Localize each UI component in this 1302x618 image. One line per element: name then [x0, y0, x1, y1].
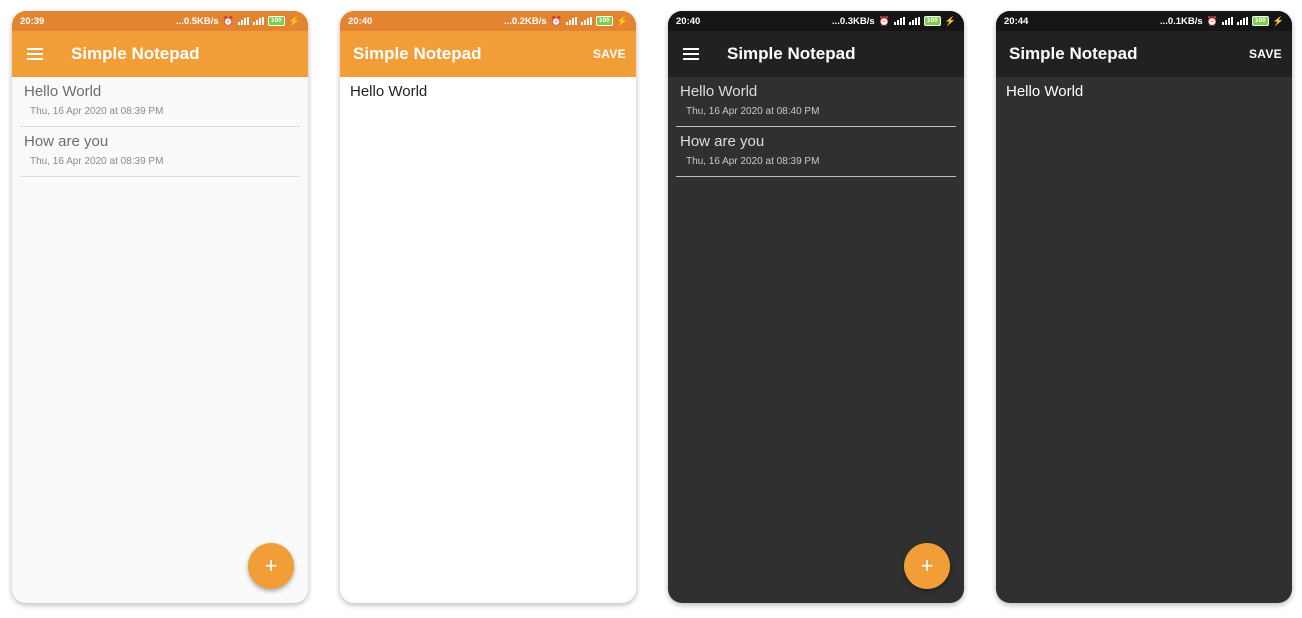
notes-list: Hello World Thu, 16 Apr 2020 at 08:40 PM… — [676, 77, 956, 177]
status-icons: ...0.3KB/s ⏰ 100 ⚡ — [832, 16, 956, 27]
network-speed: ...0.3KB/s — [831, 15, 875, 27]
battery-icon: 100 — [267, 16, 285, 26]
save-button[interactable]: SAVE — [593, 47, 626, 61]
app-bar: Simple Notepad — [668, 31, 964, 77]
status-time: 20:40 — [676, 15, 701, 27]
app-title: Simple Notepad — [1009, 44, 1138, 63]
note-title: Hello World — [680, 83, 758, 100]
app-title: Simple Notepad — [71, 44, 200, 63]
app-bar: Simple Notepad — [12, 31, 308, 77]
note-date: Thu, 16 Apr 2020 at 08:39 PM — [30, 156, 164, 167]
network-speed: ...0.5KB/s — [175, 15, 219, 27]
hamburger-menu-icon[interactable] — [12, 31, 58, 77]
status-time: 20:40 — [348, 15, 373, 27]
note-date: Thu, 16 Apr 2020 at 08:39 PM — [686, 156, 820, 167]
phone-screen-dark-editor: 20:44 ...0.1KB/s ⏰ 100 ⚡ Simple Notepad … — [996, 11, 1292, 603]
list-item[interactable]: How are you Thu, 16 Apr 2020 at 08:39 PM — [20, 127, 300, 177]
battery-icon: 100 — [923, 16, 941, 26]
status-icons: ...0.1KB/s ⏰ 100 ⚡ — [1160, 16, 1284, 27]
signal-icon — [237, 17, 249, 25]
charging-icon: ⚡ — [616, 15, 628, 26]
alarm-icon: ⏰ — [222, 15, 234, 26]
list-item[interactable]: How are you Thu, 16 Apr 2020 at 08:39 PM — [676, 127, 956, 177]
note-editor[interactable]: Hello World — [350, 83, 427, 100]
app-title: Simple Notepad — [727, 44, 856, 63]
status-time: 20:44 — [1004, 15, 1029, 27]
charging-icon: ⚡ — [1272, 15, 1284, 26]
network-speed: ...0.1KB/s — [1159, 15, 1203, 27]
charging-icon: ⚡ — [944, 15, 956, 26]
plus-icon: + — [920, 553, 934, 578]
notes-list: Hello World Thu, 16 Apr 2020 at 08:39 PM… — [20, 77, 300, 177]
status-bar: 20:44 ...0.1KB/s ⏰ 100 ⚡ — [996, 11, 1292, 31]
phone-screen-light-editor: 20:40 ...0.2KB/s ⏰ 100 ⚡ Simple Notepad … — [340, 11, 636, 603]
note-editor[interactable]: Hello World — [1006, 83, 1083, 100]
list-item[interactable]: Hello World Thu, 16 Apr 2020 at 08:39 PM — [20, 77, 300, 127]
app-bar: Simple Notepad SAVE — [996, 31, 1292, 77]
status-icons: ...0.2KB/s ⏰ 100 ⚡ — [504, 16, 628, 27]
hamburger-menu-icon[interactable] — [668, 31, 714, 77]
add-note-button[interactable]: + — [248, 543, 294, 589]
signal-icon — [252, 17, 264, 25]
signal-icon — [580, 17, 592, 25]
signal-icon — [893, 17, 905, 25]
signal-icon — [1221, 17, 1233, 25]
list-item[interactable]: Hello World Thu, 16 Apr 2020 at 08:40 PM — [676, 77, 956, 127]
network-speed: ...0.2KB/s — [503, 15, 547, 27]
alarm-icon: ⏰ — [550, 15, 562, 26]
note-date: Thu, 16 Apr 2020 at 08:39 PM — [30, 106, 164, 117]
alarm-icon: ⏰ — [878, 15, 890, 26]
status-bar: 20:40 ...0.3KB/s ⏰ 100 ⚡ — [668, 11, 964, 31]
app-title: Simple Notepad — [353, 44, 482, 63]
note-date: Thu, 16 Apr 2020 at 08:40 PM — [686, 106, 820, 117]
note-title: How are you — [680, 133, 765, 150]
signal-icon — [565, 17, 577, 25]
add-note-button[interactable]: + — [904, 543, 950, 589]
note-title: Hello World — [24, 83, 102, 100]
signal-icon — [908, 17, 920, 25]
phone-screen-light-list: 20:39 ...0.5KB/s ⏰ 100 ⚡ Simple Notepad … — [12, 11, 308, 603]
alarm-icon: ⏰ — [1206, 15, 1218, 26]
status-bar: 20:40 ...0.2KB/s ⏰ 100 ⚡ — [340, 11, 636, 31]
plus-icon: + — [264, 553, 278, 578]
signal-icon — [1236, 17, 1248, 25]
phone-screen-dark-list: 20:40 ...0.3KB/s ⏰ 100 ⚡ Simple Notepad … — [668, 11, 964, 603]
battery-icon: 100 — [595, 16, 613, 26]
battery-icon: 100 — [1251, 16, 1269, 26]
status-time: 20:39 — [20, 15, 45, 27]
note-title: How are you — [24, 133, 109, 150]
app-bar: Simple Notepad SAVE — [340, 31, 636, 77]
status-bar: 20:39 ...0.5KB/s ⏰ 100 ⚡ — [12, 11, 308, 31]
charging-icon: ⚡ — [288, 15, 300, 26]
status-icons: ...0.5KB/s ⏰ 100 ⚡ — [176, 16, 300, 27]
save-button[interactable]: SAVE — [1249, 47, 1282, 61]
